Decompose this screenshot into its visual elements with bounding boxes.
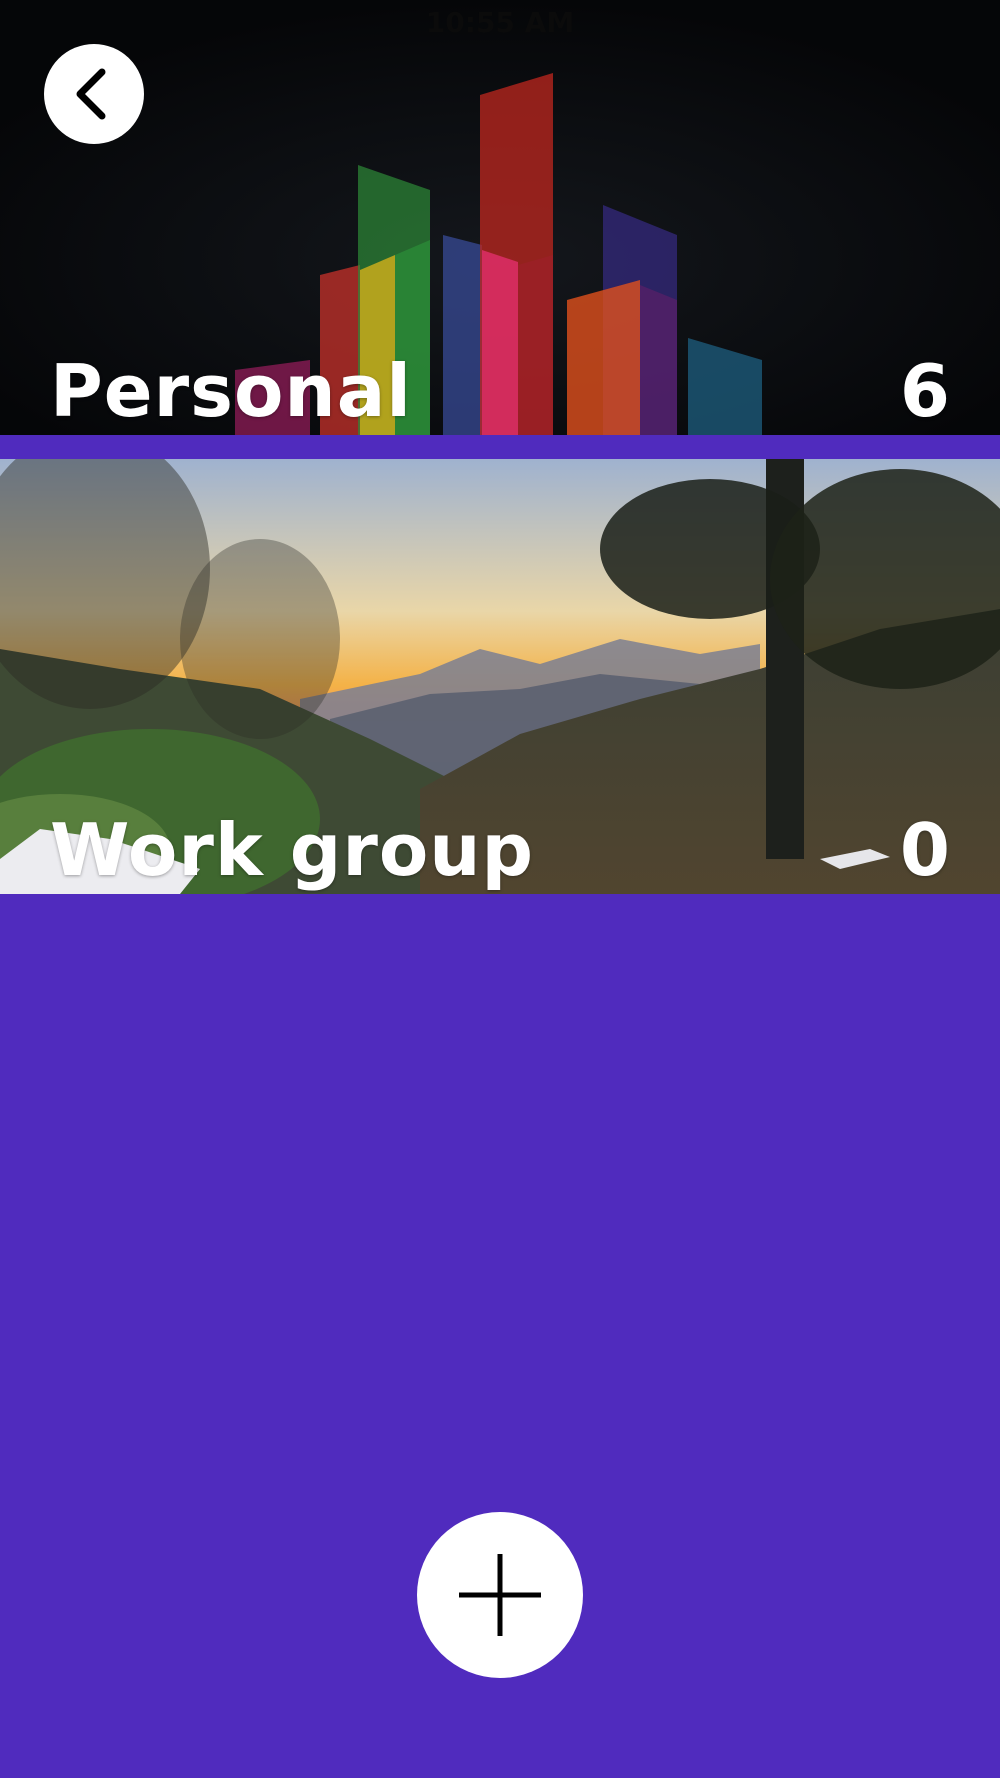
- back-button[interactable]: [44, 44, 144, 144]
- plus-icon: [459, 1554, 541, 1636]
- group-count: 6: [899, 349, 950, 433]
- group-name: Personal: [50, 349, 412, 433]
- group-count: 0: [899, 808, 950, 892]
- group-card-work[interactable]: Work group 0: [0, 459, 1000, 894]
- group-card-personal[interactable]: Personal 6: [0, 0, 1000, 435]
- chevron-left-icon: [76, 68, 106, 120]
- add-group-button[interactable]: [417, 1512, 583, 1678]
- group-name: Work group: [50, 808, 535, 892]
- groups-screen: 10:55 AM Personal 6 Work group 0: [0, 0, 1000, 1778]
- status-bar-time: 10:55 AM: [425, 6, 575, 39]
